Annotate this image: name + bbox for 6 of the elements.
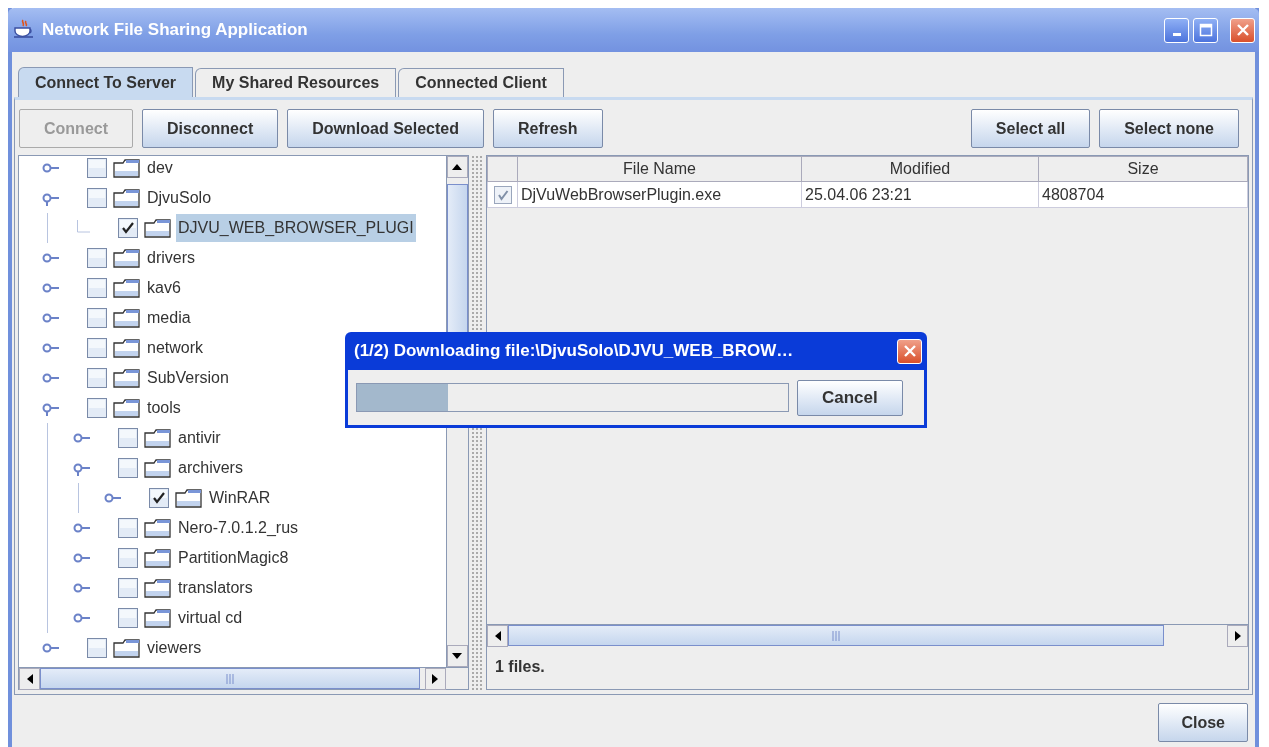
table-cell: 4808704 bbox=[1038, 181, 1248, 208]
table-cell: 25.04.06 23:21 bbox=[801, 181, 1039, 208]
status-text: 1 files. bbox=[494, 657, 546, 677]
window-title: Network File Sharing Application bbox=[42, 19, 309, 42]
table-cell: DjVuWebBrowserPlugin.exe bbox=[517, 181, 802, 208]
dialog-title: (1/2) Downloading file:\DjvuSolo\DJVU_WEB_BROW… bbox=[353, 340, 795, 363]
